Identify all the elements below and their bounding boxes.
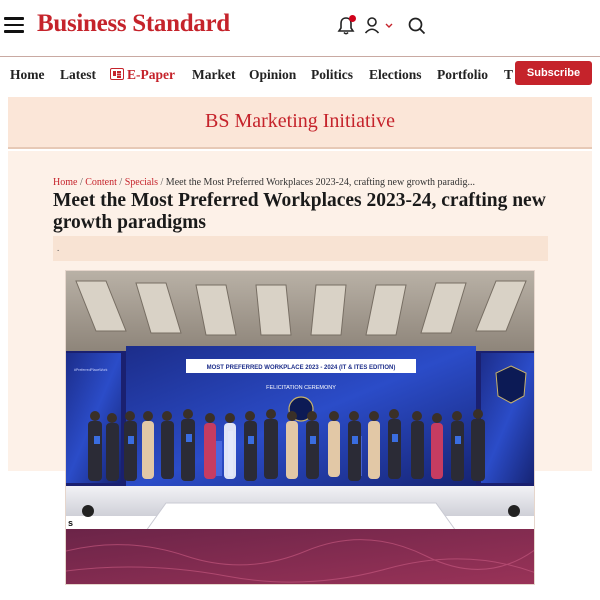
site-logo[interactable]: Business Standard bbox=[37, 10, 230, 38]
bell-icon[interactable] bbox=[337, 15, 356, 36]
breadcrumb-specials[interactable]: Specials bbox=[125, 177, 158, 188]
nav-item-elections[interactable]: Elections bbox=[369, 67, 422, 83]
top-header: Business Standard bbox=[0, 0, 600, 54]
subscribe-button[interactable]: Subscribe bbox=[515, 61, 592, 85]
nav-item-truncated[interactable]: T bbox=[504, 67, 513, 83]
article-headline: Meet the Most Preferred Workplaces 2023-… bbox=[53, 190, 546, 233]
user-menu[interactable] bbox=[364, 16, 394, 36]
stage-banner-title: MOST PREFERRED WORKPLACE 2023 - 2024 (IT… bbox=[207, 365, 396, 371]
nav-item-home[interactable]: Home bbox=[10, 67, 45, 83]
stage-banner-subtitle: FELICITATION CEREMONY bbox=[266, 385, 336, 391]
breadcrumb-current: Meet the Most Preferred Workplaces 2023-… bbox=[165, 177, 475, 188]
breadcrumb-content[interactable]: Content bbox=[85, 177, 117, 188]
search-icon[interactable] bbox=[407, 16, 427, 36]
marketing-banner: BS Marketing Initiative bbox=[8, 97, 592, 149]
menu-icon[interactable] bbox=[4, 17, 24, 33]
banner-title: BS Marketing Initiative bbox=[205, 110, 395, 132]
nav-item-portfolio[interactable]: Portfolio bbox=[437, 67, 488, 83]
article-summary: . bbox=[53, 236, 548, 261]
notification-dot bbox=[349, 15, 356, 22]
left-caption: #PreferredPlaceWork bbox=[74, 368, 108, 372]
header-divider bbox=[0, 56, 600, 57]
nav-item-opinion[interactable]: Opinion bbox=[249, 67, 296, 83]
main-nav: Home Latest E-Paper Market Opinion Polit… bbox=[0, 58, 600, 90]
nav-item-epaper[interactable]: E-Paper bbox=[110, 67, 175, 83]
epaper-icon bbox=[110, 68, 124, 80]
nav-item-latest[interactable]: Latest bbox=[60, 67, 96, 83]
nav-item-politics[interactable]: Politics bbox=[311, 67, 353, 83]
nav-item-epaper-label: E-Paper bbox=[127, 67, 175, 82]
user-icon bbox=[364, 17, 393, 34]
nav-item-market[interactable]: Market bbox=[192, 67, 235, 83]
breadcrumb: Home / Content / Specials / Meet the Mos… bbox=[53, 177, 475, 188]
bottom-fragment: s bbox=[68, 518, 73, 528]
hero-image[interactable]: MOST PREFERRED WORKPLACE 2023 - 2024 (IT… bbox=[65, 270, 535, 585]
breadcrumb-home[interactable]: Home bbox=[53, 177, 77, 188]
article-summary-text: . bbox=[57, 243, 60, 253]
